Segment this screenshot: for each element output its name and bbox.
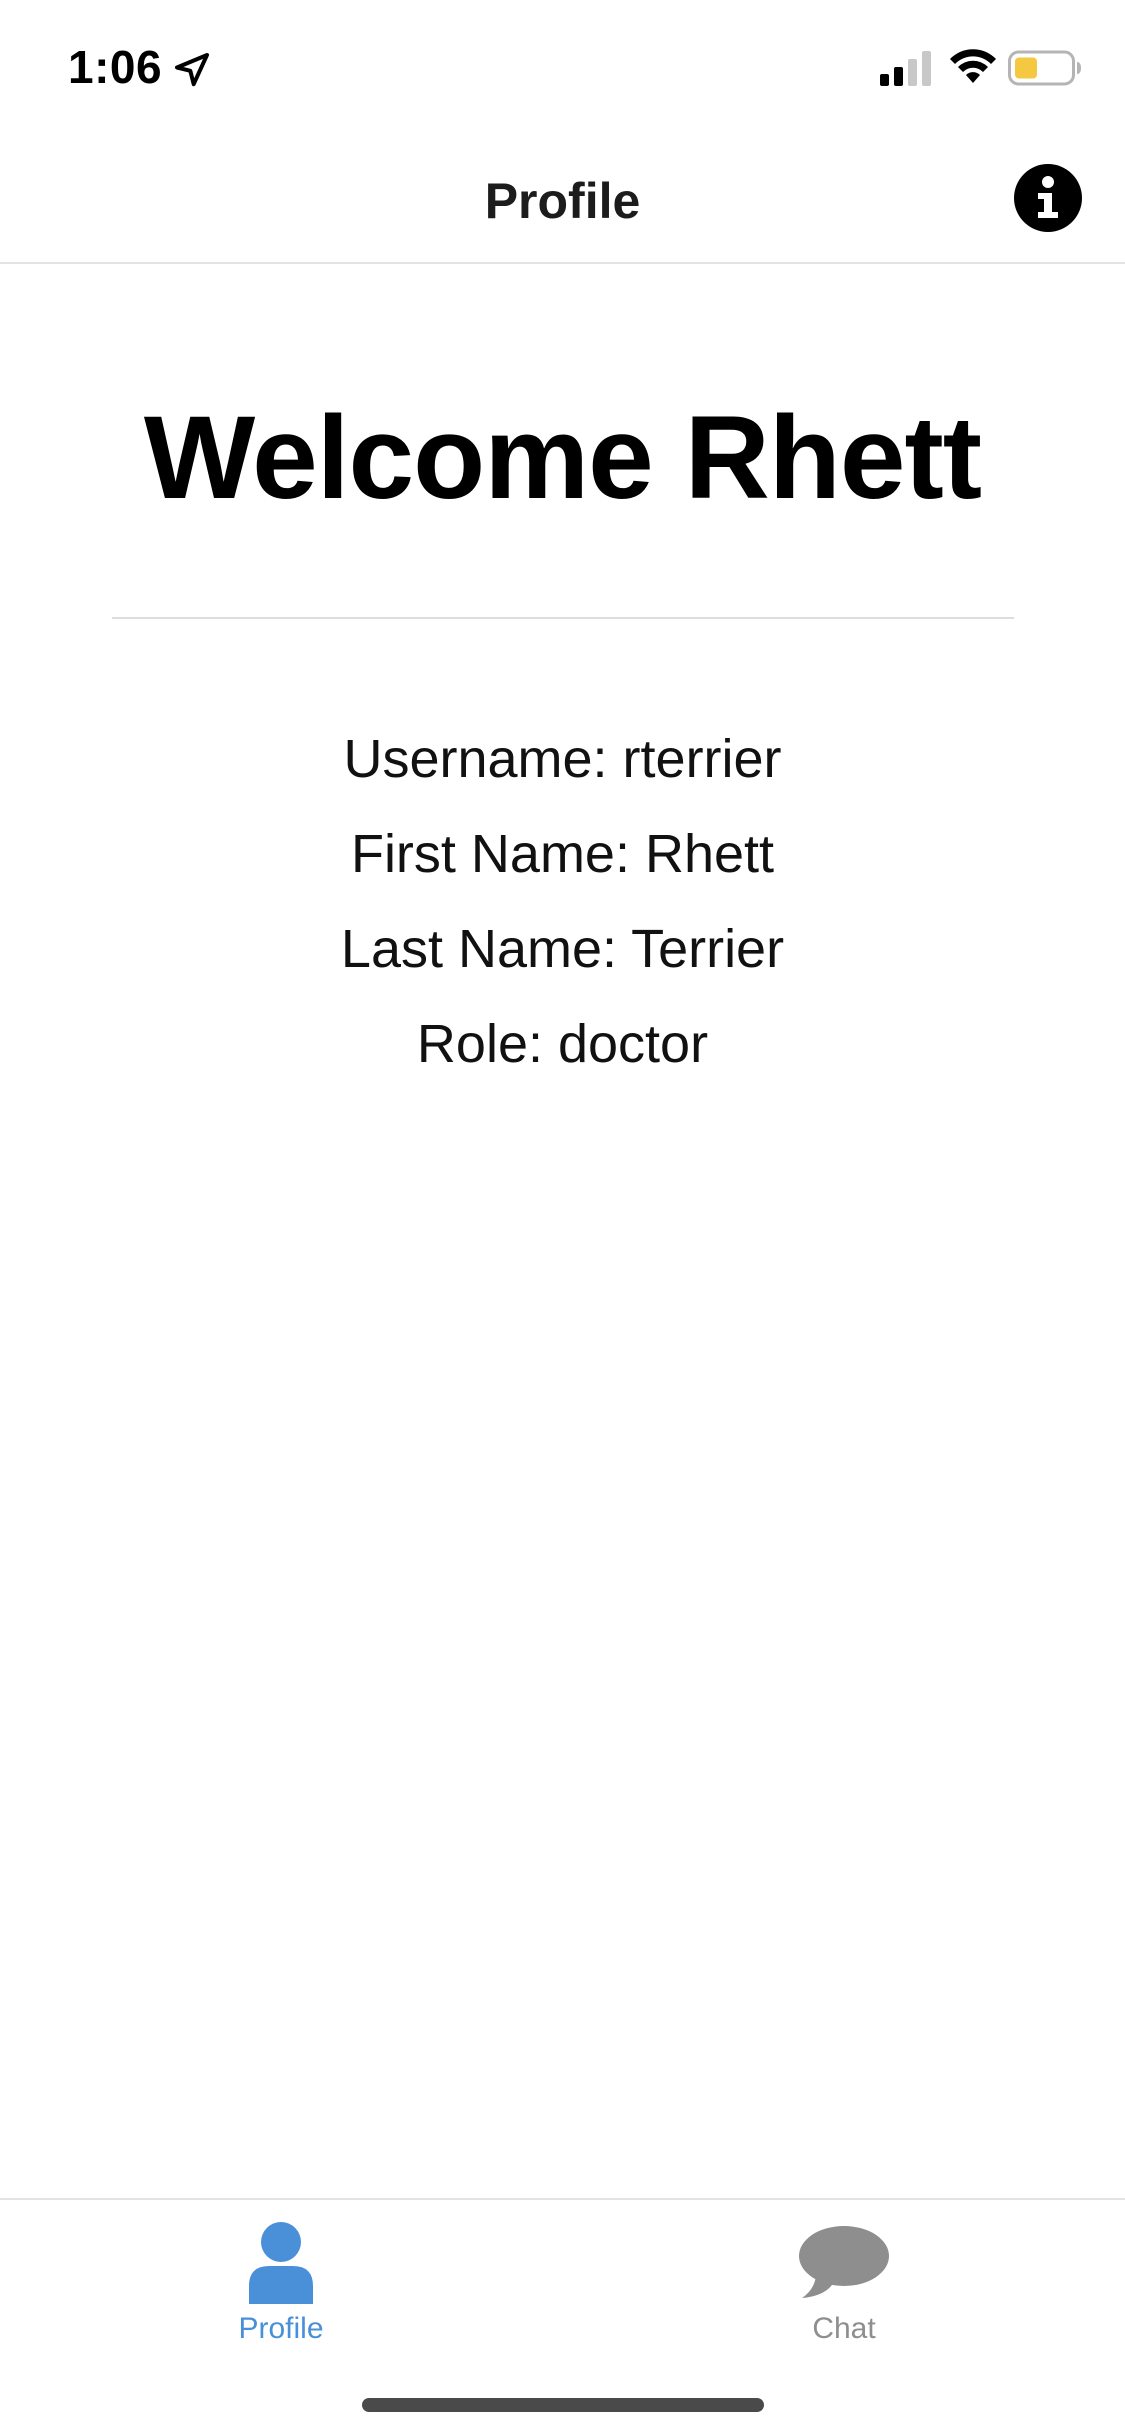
info-icon [1038,176,1058,218]
tab-chat[interactable]: Chat [563,2200,1125,2360]
navigation-bar: Profile [0,132,1125,264]
status-time: 1:06 [68,41,163,93]
info-button[interactable] [1014,164,1082,232]
role-text: Role: doctor [416,1014,709,1074]
person-icon [249,2222,313,2304]
location-arrow-icon [175,53,209,87]
welcome-heading: Welcome Rhett [143,392,982,524]
status-bar: 1:06 [0,0,1125,132]
tab-chat-label: Chat [812,2312,876,2345]
tab-profile[interactable]: Profile [0,2200,562,2360]
first-name-text: First Name: Rhett [350,824,775,884]
tab-profile-label: Profile [238,2312,324,2345]
nav-title: Profile [484,173,641,229]
home-indicator [362,2398,764,2412]
divider [112,617,1014,619]
battery-icon [1008,50,1081,86]
last-name-text: Last Name: Terrier [340,919,785,979]
chat-bubble-icon [799,2226,889,2298]
wifi-icon [950,49,996,83]
username-text: Username: rterrier [343,729,782,789]
cellular-signal-icon [880,51,931,86]
